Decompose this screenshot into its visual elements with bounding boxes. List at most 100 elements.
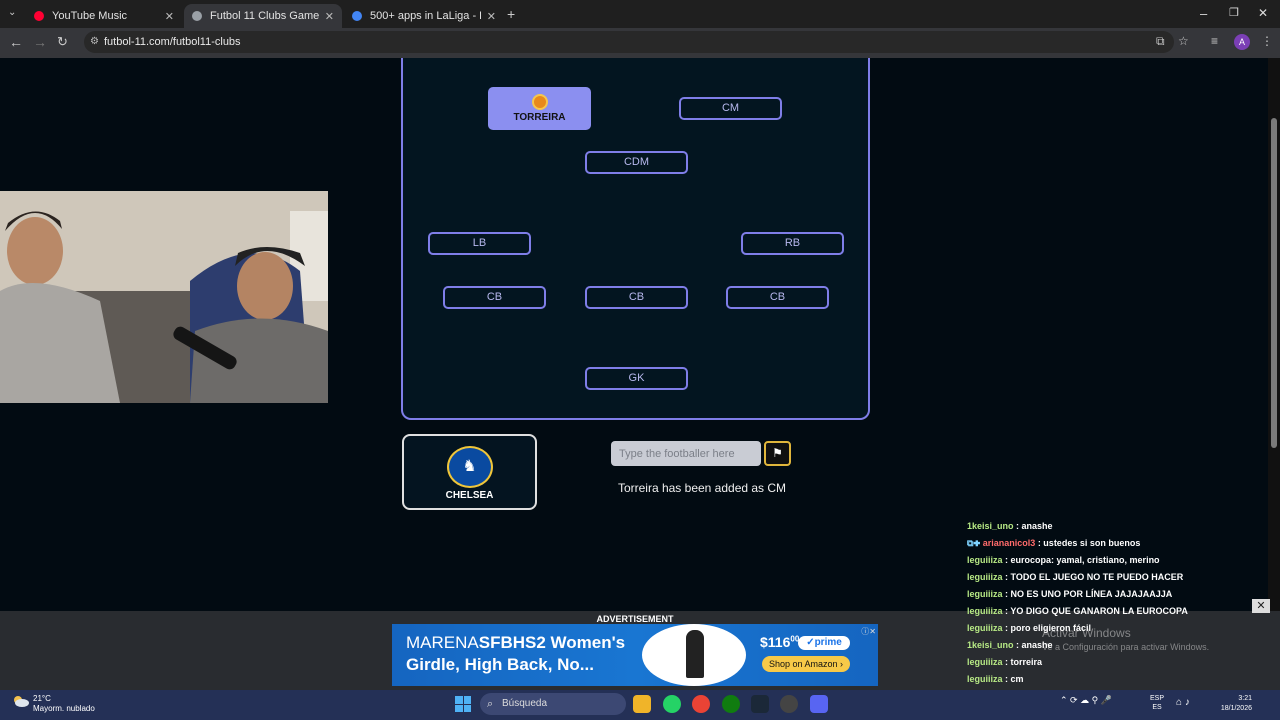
chrome-icon[interactable] bbox=[692, 695, 710, 713]
bookmark-star-icon[interactable]: ☆ bbox=[1178, 34, 1189, 48]
chat-username: leguiiiza bbox=[967, 589, 1003, 599]
slot-cb-right[interactable]: CB bbox=[726, 286, 829, 309]
taskbar-search[interactable]: ⌕ Búsqueda bbox=[480, 693, 626, 715]
back-icon[interactable]: ← bbox=[9, 34, 23, 50]
chat-text: : poro eligieron fácil bbox=[1002, 623, 1092, 633]
site-info-icon[interactable]: ⚙ bbox=[90, 31, 99, 53]
whatsapp-icon[interactable] bbox=[663, 695, 681, 713]
chat-text: : eurocopa: yamal, cristiano, merino bbox=[1002, 555, 1160, 565]
taskbar-clock[interactable]: 3:21 18/1/2026 bbox=[1210, 694, 1252, 714]
discord-icon[interactable] bbox=[810, 695, 828, 713]
ad-info-icon[interactable]: ⓘ✕ bbox=[861, 626, 876, 637]
temperature: 21°C bbox=[33, 694, 51, 703]
weather-text: 21°C Mayorm. nublado bbox=[33, 694, 95, 714]
reading-list-icon[interactable]: ≡ bbox=[1211, 34, 1218, 48]
chat-text: : anashe bbox=[1013, 640, 1053, 650]
wifi-volume-battery-icon[interactable]: ⌂ ♪ bbox=[1176, 697, 1190, 708]
chat-message: leguiiiza : NO ES UNO POR LÍNEA JAJAJAAJ… bbox=[962, 586, 1268, 603]
forward-icon[interactable]: → bbox=[33, 34, 47, 50]
slot-rb[interactable]: RB bbox=[741, 232, 844, 255]
chat-text: : torreira bbox=[1002, 657, 1043, 667]
tab-title: Futbol 11 Clubs Game bbox=[210, 10, 319, 22]
close-icon[interactable]: ✕ bbox=[487, 10, 496, 23]
slot-cb-left[interactable]: CB bbox=[443, 286, 546, 309]
ad-figure bbox=[686, 630, 704, 678]
shop-on-amazon-button[interactable]: Shop on Amazon › bbox=[762, 656, 850, 672]
slot-cb-center[interactable]: CB bbox=[585, 286, 688, 309]
webcam-overlay bbox=[0, 191, 328, 403]
ad-headline: MARENASFBHS2 Women's bbox=[406, 633, 625, 653]
lang-code: ESP bbox=[1150, 695, 1165, 702]
window-close-icon[interactable]: ✕ bbox=[1258, 6, 1268, 20]
chat-message: leguiiiza : eurocopa: yamal, cristiano, … bbox=[962, 552, 1268, 569]
galatasaray-crest-icon bbox=[531, 94, 548, 110]
chat-username: leguiiiza bbox=[967, 623, 1003, 633]
slot-filled-player[interactable]: TORREIRA bbox=[488, 87, 591, 130]
footballer-input[interactable] bbox=[611, 441, 761, 466]
address-bar[interactable]: ⚙ futbol-11.com/futbol11-clubs bbox=[84, 31, 1174, 53]
globe-icon bbox=[192, 11, 202, 21]
slot-cm[interactable]: CM bbox=[679, 97, 782, 120]
google-icon bbox=[352, 11, 362, 21]
flag-button[interactable]: ⚑ bbox=[764, 441, 791, 466]
restore-icon[interactable]: ❐ bbox=[1229, 6, 1239, 19]
slot-lb[interactable]: LB bbox=[428, 232, 531, 255]
chat-username: leguiiiza bbox=[967, 657, 1003, 667]
close-icon[interactable]: ✕ bbox=[165, 10, 174, 23]
chelsea-crest-icon: ♞ bbox=[446, 446, 493, 488]
tab-youtube-music[interactable]: YouTube Music ✕ bbox=[26, 4, 182, 28]
tab-title: 500+ apps in LaLiga - Buscar c bbox=[370, 10, 481, 22]
search-icon: ⌕ bbox=[487, 698, 494, 710]
chat-text: : NO ES UNO POR LÍNEA JAJAJAAJJA bbox=[1002, 589, 1173, 599]
minimize-icon[interactable]: – bbox=[1200, 6, 1207, 21]
prime-badge: ✓prime bbox=[798, 636, 850, 650]
chat-message: ⧉✚ ariananicol3 : ustedes si son buenos bbox=[962, 535, 1268, 552]
file-explorer-icon[interactable] bbox=[633, 695, 651, 713]
profile-avatar[interactable]: A bbox=[1234, 34, 1250, 50]
chat-username: 1keisi_uno bbox=[967, 521, 1014, 531]
chat-text: : ustedes si son buenos bbox=[1035, 538, 1141, 548]
chat-username: leguiiiza bbox=[967, 572, 1003, 582]
close-icon[interactable]: ✕ bbox=[325, 10, 334, 23]
tab-futbol11[interactable]: Futbol 11 Clubs Game ✕ bbox=[184, 4, 342, 28]
xbox-icon[interactable] bbox=[722, 695, 740, 713]
chat-badge-icons: ⧉✚ bbox=[967, 538, 983, 548]
slot-cdm[interactable]: CDM bbox=[585, 151, 688, 174]
tab-google-search[interactable]: 500+ apps in LaLiga - Buscar c ✕ bbox=[344, 4, 504, 28]
windows-start-icon[interactable] bbox=[455, 696, 471, 712]
scrollbar-thumb[interactable] bbox=[1271, 118, 1277, 448]
chat-message: leguiiiza : poro eligieron fácil bbox=[962, 620, 1268, 637]
clock-date: 18/1/2026 bbox=[1220, 705, 1252, 712]
chat-message: 1keisi_uno : anashe bbox=[962, 518, 1268, 535]
ad-product-image bbox=[642, 624, 746, 686]
chat-message: 1keisi_uno : anashe bbox=[962, 637, 1268, 654]
ad-label: ADVERTISEMENT bbox=[596, 614, 674, 624]
reload-icon[interactable]: ↻ bbox=[57, 34, 68, 50]
chat-message: leguiiiza : torreira bbox=[962, 654, 1268, 671]
new-tab-button[interactable]: + bbox=[507, 6, 515, 22]
page-scrollbar[interactable] bbox=[1268, 58, 1280, 690]
chat-message: leguiiiza : cm bbox=[962, 671, 1268, 688]
url-text: futbol-11.com/futbol11-clubs bbox=[104, 36, 241, 48]
slot-gk[interactable]: GK bbox=[585, 367, 688, 390]
chat-message: leguiiiza : TODO EL JUEGO NO TE PUEDO HA… bbox=[962, 569, 1268, 586]
translate-icon[interactable]: ⧉ bbox=[1156, 34, 1165, 49]
obs-icon[interactable] bbox=[780, 695, 798, 713]
language-indicator[interactable]: ESP ES bbox=[1150, 694, 1164, 712]
clock-time: 3:21 bbox=[1238, 695, 1252, 702]
chat-username: ariananicol3 bbox=[982, 538, 1036, 548]
club-card: ♞ CHELSEA bbox=[402, 434, 537, 510]
search-label: Búsqueda bbox=[502, 698, 548, 709]
chat-username: leguiiiza bbox=[967, 555, 1003, 565]
system-tray-icons[interactable]: ⌃ ⟳ ☁ ⚲ 🎤 bbox=[1060, 695, 1112, 706]
chat-text: : TODO EL JUEGO NO TE PUEDO HACER bbox=[1002, 572, 1184, 582]
ad-banner[interactable]: MARENASFBHS2 Women's Girdle, High Back, … bbox=[392, 624, 878, 686]
chat-text: : cm bbox=[1002, 674, 1024, 684]
steam-icon[interactable] bbox=[751, 695, 769, 713]
ad-price-dollars: $116 bbox=[760, 634, 791, 650]
tab-search-icon[interactable]: ⌄ bbox=[8, 7, 16, 18]
status-message: Torreira has been added as CM bbox=[617, 481, 787, 495]
menu-dots-icon[interactable]: ⋮ bbox=[1261, 34, 1273, 48]
player-name: TORREIRA bbox=[513, 112, 566, 123]
ad-product: SFBHS2 Women's bbox=[478, 633, 626, 652]
